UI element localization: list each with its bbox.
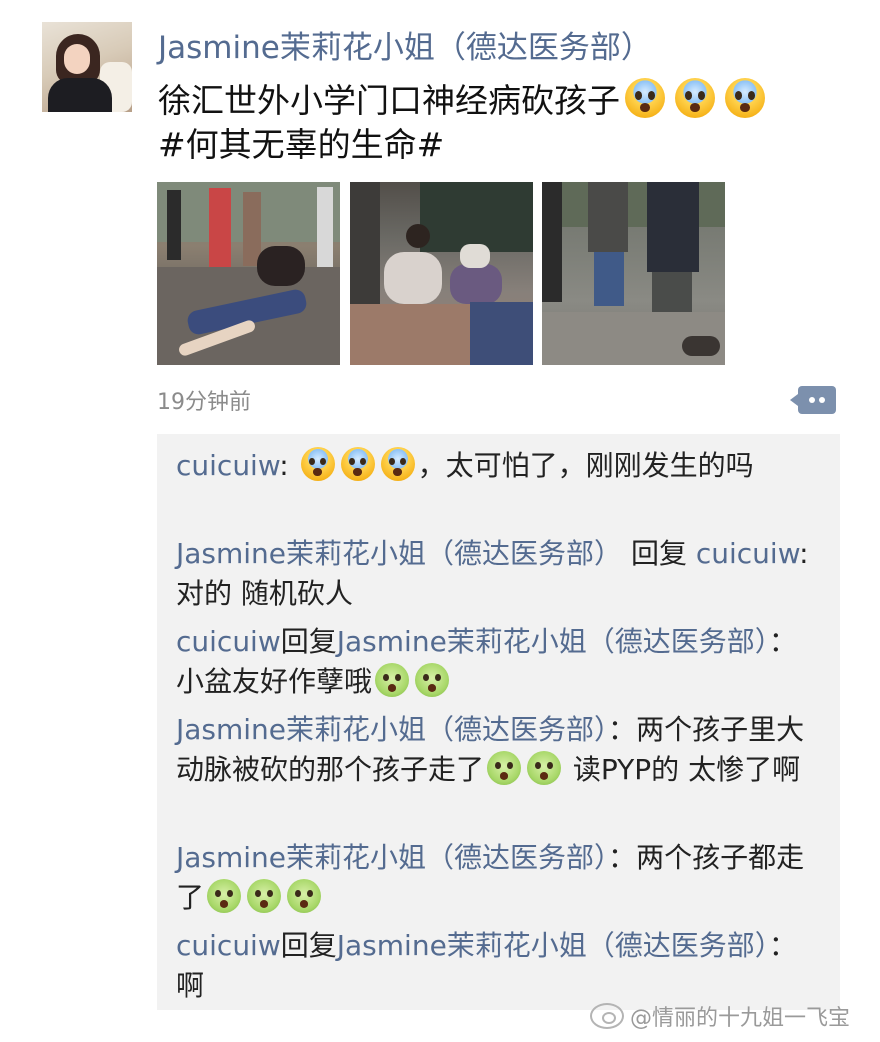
comment-reply-target[interactable]: Jasmine茉莉花小姐（德达医务部） (337, 929, 769, 962)
avatar[interactable] (42, 22, 132, 112)
comment-item-6[interactable]: cuicuiw回复Jasmine茉莉花小姐（德达医务部）： 啊 (176, 926, 821, 1006)
avatar-face (64, 44, 90, 74)
post-username[interactable]: Jasmine茉莉花小姐（德达医务部） (158, 22, 652, 67)
weibo-icon (590, 1003, 624, 1029)
comment-author[interactable]: cuicuiw (176, 625, 281, 658)
comment-reply-word: 回复 (280, 625, 337, 658)
comment-separator: ： (608, 841, 637, 874)
comment-separator: ： (768, 625, 797, 658)
comment-item-3[interactable]: cuicuiw回复Jasmine茉莉花小姐（德达医务部）： 小盆友好作孽哦 (176, 622, 821, 702)
nauseated-face-icon (375, 663, 410, 697)
watermark-text: @情丽的十九姐一飞宝 (630, 1006, 851, 1031)
avatar-body (48, 78, 112, 112)
nauseated-face-icon (415, 663, 450, 697)
comment-reply-target[interactable]: Jasmine茉莉花小姐（德达医务部） (337, 625, 769, 658)
comment-author[interactable]: cuicuiw (176, 449, 279, 482)
scream-face-icon (300, 447, 335, 481)
comment-author[interactable]: Jasmine茉莉花小姐（德达医务部） (176, 841, 608, 874)
comment-author[interactable]: Jasmine茉莉花小姐（德达医务部） (176, 537, 622, 570)
post-photo-3[interactable] (542, 182, 725, 365)
post-time: 19分钟前 (157, 390, 251, 415)
watermark: @情丽的十九姐一飞宝 (590, 1000, 850, 1032)
post-text: 徐汇世外小学门口神经病砍孩子 #何其无辜的生命# (158, 78, 838, 167)
comment-reply-word: 回复 (622, 537, 696, 570)
comment-author[interactable]: Jasmine茉莉花小姐（德达医务部） (176, 713, 608, 746)
comments-section: cuicuiw: ，太可怕了，刚刚发生的吗 Jasmine茉莉花小姐（德达医务部… (157, 434, 840, 1010)
comment-separator: ： (608, 713, 637, 746)
comment-item-5[interactable]: Jasmine茉莉花小姐（德达医务部）：两个孩子都走了 (176, 838, 821, 918)
comment-item-1[interactable]: cuicuiw: ，太可怕了，刚刚发生的吗 (176, 446, 821, 486)
comment-text: 小盆友好作孽哦 (176, 665, 373, 698)
nauseated-face-icon (487, 751, 522, 785)
nauseated-face-icon (287, 879, 322, 913)
comment-reply-word: 回复 (280, 929, 337, 962)
scream-face-icon (380, 447, 415, 481)
comment-separator: : (799, 537, 809, 570)
nauseated-face-icon (527, 751, 562, 785)
comment-text: 啊 (176, 969, 205, 1002)
comment-text: ，太可怕了，刚刚发生的吗 (417, 449, 754, 482)
post-text-line1: 徐汇世外小学门口神经病砍孩子 (158, 81, 620, 120)
comment-item-4[interactable]: Jasmine茉莉花小姐（德达医务部）：两个孩子里大动脉被砍的那个孩子走了 读P… (176, 710, 821, 790)
comment-dot (819, 397, 825, 403)
nauseated-face-icon (247, 879, 282, 913)
comment-item-2[interactable]: Jasmine茉莉花小姐（德达医务部） 回复 cuicuiw: 对的 随机砍人 (176, 534, 821, 614)
scream-face-icon (725, 78, 765, 118)
scream-face-icon (675, 78, 715, 118)
comment-text: 对的 随机砍人 (176, 577, 353, 610)
scream-face-icon (625, 78, 665, 118)
comment-reply-target[interactable]: cuicuiw (696, 537, 799, 570)
post-photo-2[interactable] (350, 182, 533, 365)
comment-separator: : (279, 449, 298, 482)
moment-post: Jasmine茉莉花小姐（德达医务部） 徐汇世外小学门口神经病砍孩子 #何其无辜… (0, 0, 880, 1042)
nauseated-face-icon (207, 879, 242, 913)
comment-button[interactable] (790, 386, 836, 414)
post-photo-1[interactable] (157, 182, 340, 365)
comment-author[interactable]: cuicuiw (176, 929, 281, 962)
scream-face-icon (340, 447, 375, 481)
post-hashtag[interactable]: #何其无辜的生命# (158, 125, 444, 164)
comment-text: 读PYP的 太惨了啊 (564, 753, 801, 786)
comment-separator: ： (768, 929, 797, 962)
comment-dot (809, 397, 815, 403)
